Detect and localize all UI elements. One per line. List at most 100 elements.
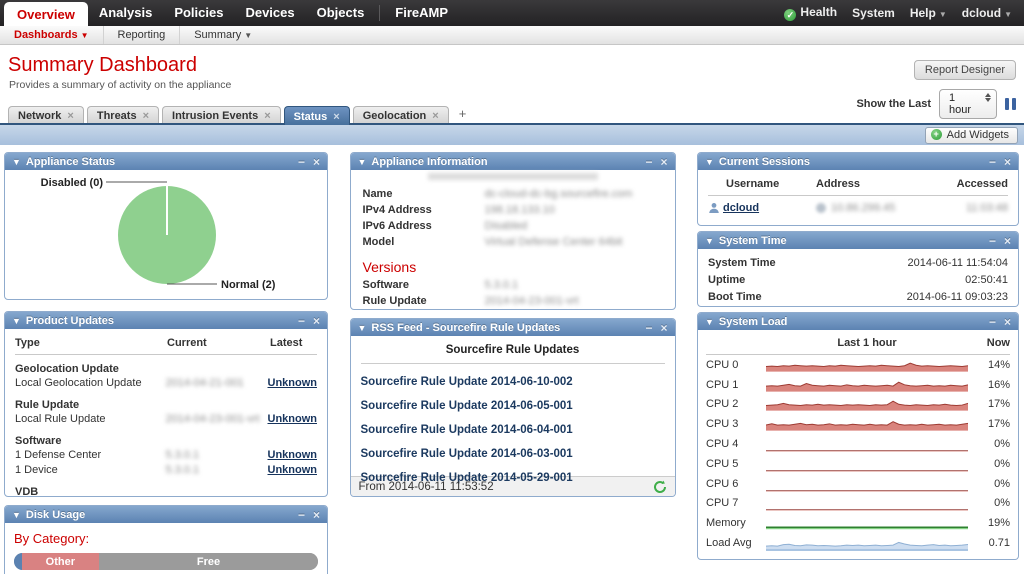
collapse-chevron-icon[interactable]: ▼ [358,157,367,167]
latest-unknown-link[interactable]: Unknown [268,377,318,389]
widget-header[interactable]: ▼ Product Updates − × [5,312,327,329]
collapse-chevron-icon[interactable]: ▼ [12,157,21,167]
widget-current-sessions: ▼ Current Sessions − × Username Address … [697,152,1019,226]
close-icon[interactable]: × [1004,235,1011,247]
time-range-select[interactable]: 1 hour [939,89,997,119]
more-items-link[interactable]: 5 more... [361,496,404,497]
minimize-icon[interactable]: − [989,316,996,328]
minimize-icon[interactable]: − [298,315,305,327]
collapse-chevron-icon[interactable]: ▼ [12,316,21,326]
rss-item-link[interactable]: Sourcefire Rule Update 2014-06-04-001 [361,424,665,436]
latest-unknown-link[interactable]: Unknown [268,464,318,476]
close-icon[interactable]: × [313,315,320,327]
close-tab-icon[interactable]: × [333,111,339,123]
pause-refresh-button[interactable] [1005,98,1016,110]
close-tab-icon[interactable]: × [67,110,73,122]
rss-item-link[interactable]: Sourcefire Rule Update 2014-06-05-001 [361,400,665,412]
close-tab-icon[interactable]: × [264,110,270,122]
widget-header[interactable]: ▼ Current Sessions − × [698,153,1018,170]
nav-objects[interactable]: Objects [306,0,376,26]
session-user-link[interactable]: dcloud [723,202,759,214]
tab-geolocation[interactable]: Geolocation× [353,106,449,123]
disk-segment [14,553,22,570]
chevron-down-icon: ▼ [939,10,947,19]
minimize-icon[interactable]: − [645,156,652,168]
collapse-chevron-icon[interactable]: ▼ [705,157,714,167]
software-label: Software [363,277,485,293]
close-icon[interactable]: × [313,509,320,521]
close-icon[interactable]: × [660,322,667,334]
nav-help[interactable]: Help▼ [910,6,947,20]
close-icon[interactable]: × [660,156,667,168]
subnav-summary[interactable]: Summary▼ [180,26,266,44]
nav-divider [379,5,380,21]
rss-item-link[interactable]: Sourcefire Rule Update 2014-06-03-001 [361,448,665,460]
collapse-chevron-icon[interactable]: ▼ [705,317,714,327]
uptime-value: 02:50:41 [965,272,1008,289]
redacted-banner [428,173,598,180]
add-widgets-button[interactable]: +Add Widgets [925,127,1018,144]
minimize-icon[interactable]: − [298,509,305,521]
widget-rss-feed: ▼ RSS Feed - Sourcefire Rule Updates − ×… [350,318,676,497]
load-row-cpu1: CPU 116% [706,375,1010,395]
disk-segment-other: Other [22,553,100,570]
nav-overview[interactable]: Overview [4,2,88,26]
latest-unknown-link[interactable]: Unknown [268,449,318,461]
nav-health[interactable]: ✓Health [784,5,837,21]
minimize-icon[interactable]: − [989,156,996,168]
add-tab-button[interactable]: + [452,106,474,123]
close-icon[interactable]: × [1004,316,1011,328]
tab-status[interactable]: Status × [284,106,350,125]
nav-policies[interactable]: Policies [163,0,234,26]
widget-header[interactable]: ▼ RSS Feed - Sourcefire Rule Updates − × [351,319,675,336]
nav-fireamp[interactable]: FireAMP [384,0,459,26]
appliance-status-pie-chart: Disabled (0) Normal (2) [5,170,327,299]
chevron-down-icon: ▼ [244,31,252,40]
nav-devices[interactable]: Devices [234,0,305,26]
widget-header[interactable]: ▼ Appliance Information − × [351,153,675,170]
widget-title: RSS Feed - Sourcefire Rule Updates [371,322,637,334]
widget-header[interactable]: ▼ Appliance Status − × [5,153,327,170]
collapse-chevron-icon[interactable]: ▼ [705,236,714,246]
collapse-chevron-icon[interactable]: ▼ [12,510,21,520]
load-row-cpu2: CPU 217% [706,395,1010,415]
column-last-1-hour: Last 1 hour [766,337,968,349]
show-the-last-label: Show the Last [856,98,931,110]
subnav-dashboards[interactable]: Dashboards▼ [0,26,104,44]
close-icon[interactable]: × [313,156,320,168]
nav-system[interactable]: System [852,6,895,20]
widget-title: Current Sessions [719,156,981,168]
refresh-icon[interactable] [653,480,667,494]
widget-header[interactable]: ▼ System Load − × [698,313,1018,330]
report-designer-button[interactable]: Report Designer [914,60,1016,80]
widget-header[interactable]: ▼ System Time − × [698,232,1018,249]
pie-label-normal: Normal (2) [221,279,276,291]
uptime-label: Uptime [708,272,745,289]
minimize-icon[interactable]: − [645,322,652,334]
system-time-value: 2014-06-11 11:54:04 [907,255,1008,272]
collapse-chevron-icon[interactable]: ▼ [358,323,367,333]
widget-header[interactable]: ▼ Disk Usage − × [5,506,327,523]
now-value: 0% [968,497,1010,509]
nav-user-menu[interactable]: dcloud▼ [962,6,1012,20]
tab-intrusion-events[interactable]: Intrusion Events× [162,106,281,123]
widget-title: System Time [719,235,981,247]
close-icon[interactable]: × [1004,156,1011,168]
close-tab-icon[interactable]: × [432,110,438,122]
row-label: Load Avg [706,537,766,549]
tab-label: Status [294,111,328,123]
widget-product-updates: ▼ Product Updates − × Type Current Lates… [4,311,328,497]
close-tab-icon[interactable]: × [143,110,149,122]
tab-network[interactable]: Network× [8,106,84,123]
subnav-reporting[interactable]: Reporting [104,26,181,44]
cpu0-sparkline [766,357,968,373]
sub-nav: Dashboards▼ Reporting Summary▼ [0,26,1024,45]
minimize-icon[interactable]: − [298,156,305,168]
rss-item-link[interactable]: Sourcefire Rule Update 2014-06-10-002 [361,376,665,388]
load-row-memory: Memory19% [706,513,1010,533]
ipv6-value-redacted: Disabled [485,218,528,234]
tab-threats[interactable]: Threats× [87,106,159,123]
minimize-icon[interactable]: − [989,235,996,247]
nav-analysis[interactable]: Analysis [88,0,163,26]
latest-unknown-link[interactable]: Unknown [268,413,318,425]
